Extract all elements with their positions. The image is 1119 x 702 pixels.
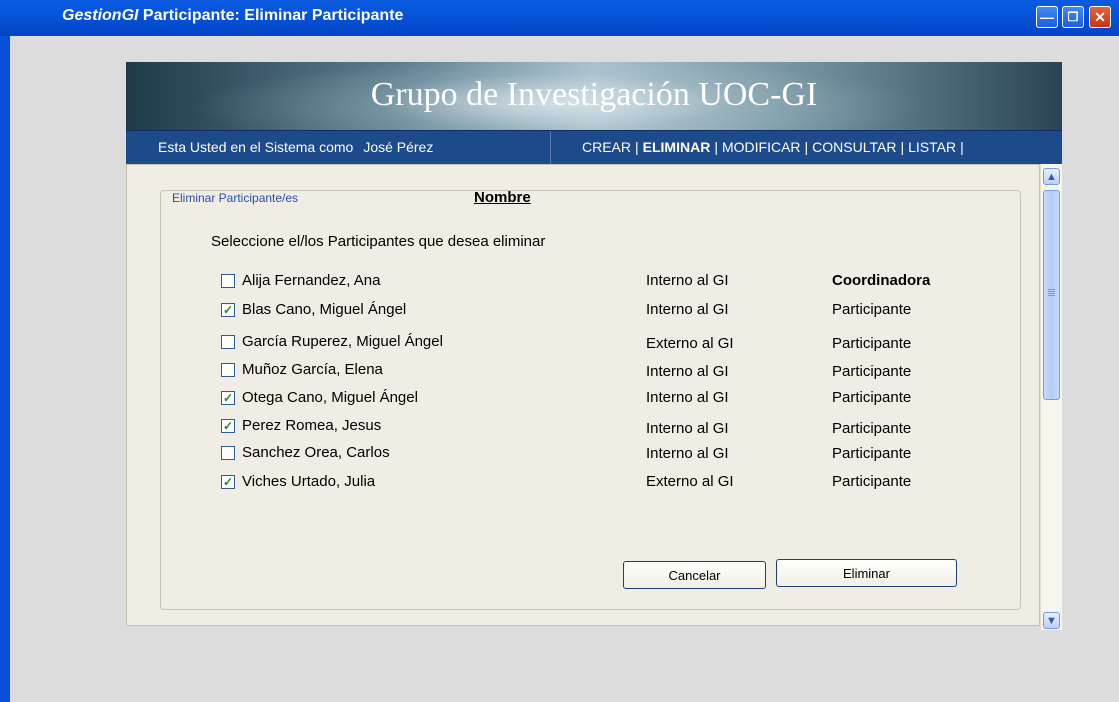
- participant-checkbox[interactable]: [221, 363, 235, 377]
- participant-row: Sanchez Orea, Carlos Interno al GI Parti…: [221, 443, 981, 465]
- minimize-button[interactable]: —: [1036, 6, 1058, 28]
- app-name: GestionGI: [62, 7, 139, 24]
- participant-type: Interno al GI: [646, 363, 729, 380]
- participant-type: Interno al GI: [646, 389, 729, 406]
- header-banner: Grupo de Investigación UOC-GI: [126, 62, 1062, 130]
- participant-role: Participante: [832, 389, 912, 406]
- app-window: GestionGI Participante: Eliminar Partici…: [0, 0, 1119, 702]
- participant-row: ✓ Viches Urtado, Julia Externo al GI Par…: [221, 472, 981, 494]
- title-bar[interactable]: GestionGI Participante: Eliminar Partici…: [0, 0, 1119, 36]
- nav-link-listar[interactable]: LISTAR: [908, 139, 956, 155]
- nav-links: CREAR | ELIMINAR | MODIFICAR | CONSULTAR | LISTA…: [582, 139, 964, 155]
- participant-checkbox[interactable]: [221, 335, 235, 349]
- banner-title: Grupo de Investigación UOC-GI: [370, 76, 818, 113]
- group-legend: Eliminar Participante/es: [168, 191, 303, 205]
- participant-checkbox[interactable]: [221, 446, 235, 460]
- participant-role: Participante: [832, 363, 912, 380]
- user-info: Esta Usted en el Sistema como José Pérez: [158, 139, 433, 155]
- participant-type: Interno al GI: [646, 445, 729, 462]
- nav-bar: Esta Usted en el Sistema como José Pérez …: [126, 130, 1062, 165]
- minimize-icon: —: [1040, 9, 1054, 25]
- participant-checkbox[interactable]: ✓: [221, 303, 235, 317]
- participant-type: Externo al GI: [646, 335, 734, 352]
- participant-row: ✓ Perez Romea, Jesus Interno al GI Parti…: [221, 416, 981, 438]
- window-title-text: Participante: Eliminar Participante: [142, 7, 404, 24]
- participant-name: Alija Fernandez, Ana: [242, 272, 381, 289]
- participant-type: Interno al GI: [646, 272, 729, 289]
- close-button[interactable]: ✕: [1089, 6, 1111, 28]
- participant-checkbox[interactable]: [221, 274, 235, 288]
- participant-checkbox[interactable]: ✓: [221, 391, 235, 405]
- grip-icon: [1048, 289, 1055, 296]
- restore-icon: ❐: [1067, 10, 1079, 24]
- participant-name: García Ruperez, Miguel Ángel: [242, 333, 443, 350]
- participant-type: Externo al GI: [646, 473, 734, 490]
- participant-role: Participante: [832, 473, 912, 490]
- close-icon: ✕: [1094, 8, 1106, 25]
- participant-type: Interno al GI: [646, 301, 729, 318]
- scroll-down-button[interactable]: ▼: [1043, 612, 1060, 629]
- participant-row: Alija Fernandez, Ana Interno al GI Coord…: [221, 271, 981, 293]
- user-prefix: Esta Usted en el Sistema como: [158, 139, 354, 155]
- window-border: [0, 36, 10, 702]
- user-name: José Pérez: [363, 139, 434, 155]
- participant-type: Interno al GI: [646, 420, 729, 437]
- participant-name: Sanchez Orea, Carlos: [242, 444, 390, 461]
- name-column-header: Nombre: [474, 189, 531, 206]
- vertical-scrollbar[interactable]: ▲ ▼: [1040, 164, 1062, 630]
- scroll-thumb[interactable]: [1043, 190, 1060, 400]
- participant-checkbox[interactable]: ✓: [221, 475, 235, 489]
- participant-role: Participante: [832, 301, 912, 318]
- scroll-up-button[interactable]: ▲: [1043, 168, 1060, 185]
- chevron-up-icon: ▲: [1046, 170, 1057, 183]
- maximize-button[interactable]: ❐: [1062, 6, 1084, 28]
- participant-row: Muñoz García, Elena Interno al GI Partic…: [221, 360, 981, 382]
- participant-name: Perez Romea, Jesus: [242, 417, 382, 434]
- participant-role: Coordinadora: [832, 272, 931, 289]
- cancel-button[interactable]: Cancelar: [623, 561, 766, 589]
- nav-divider: [550, 131, 551, 165]
- instruction-text: Seleccione el/los Participantes que dese…: [211, 233, 546, 250]
- nav-link-eliminar[interactable]: ELIMINAR: [643, 139, 711, 155]
- delete-button[interactable]: Eliminar: [776, 559, 957, 587]
- participant-name: Otega Cano, Miguel Ángel: [242, 389, 418, 406]
- participant-row: ✓ Blas Cano, Miguel Ángel Interno al GI …: [221, 300, 981, 322]
- participant-name: Muñoz García, Elena: [242, 361, 383, 378]
- participant-row: García Ruperez, Miguel Ángel Externo al …: [221, 332, 981, 354]
- participant-checkbox[interactable]: ✓: [221, 419, 235, 433]
- nav-link-crear[interactable]: CREAR: [582, 139, 631, 155]
- participant-role: Participante: [832, 420, 912, 437]
- participant-row: ✓ Otega Cano, Miguel Ángel Interno al GI…: [221, 388, 981, 410]
- window-title: GestionGI Participante: Eliminar Partici…: [62, 7, 403, 25]
- participant-role: Participante: [832, 335, 912, 352]
- chevron-down-icon: ▼: [1046, 614, 1057, 627]
- participant-role: Participante: [832, 445, 912, 462]
- participant-name: Blas Cano, Miguel Ángel: [242, 301, 407, 318]
- participant-name: Viches Urtado, Julia: [242, 473, 376, 490]
- nav-link-consultar[interactable]: CONSULTAR: [812, 139, 896, 155]
- nav-link-modificar[interactable]: MODIFICAR: [722, 139, 801, 155]
